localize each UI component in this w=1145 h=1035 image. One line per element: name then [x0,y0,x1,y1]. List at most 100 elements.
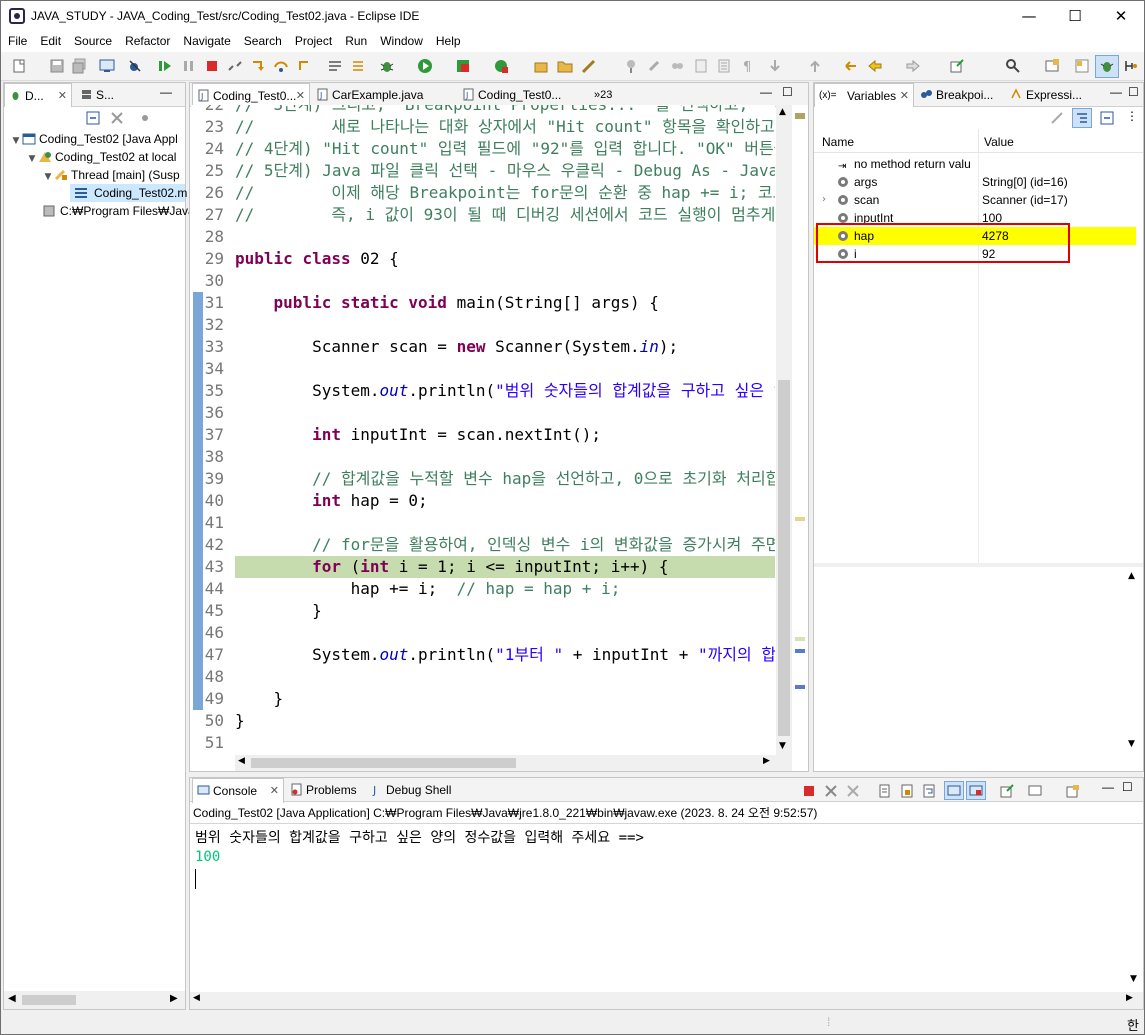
tab-servers[interactable]: S... [76,83,132,107]
code-line[interactable]: // 3단계) 그리고, "Breakpoint Properties..." … [235,105,748,116]
menu-project[interactable]: Project [288,31,338,52]
menu-help[interactable]: Help [429,31,467,52]
code-line[interactable]: // 합계값을 누적할 변수 hap을 선언하고, 0으로 초기화 처리합니 [235,468,775,490]
code-line[interactable]: // 4단계) "Hit count" 입력 필드에 "92"를 입력 합니다.… [235,138,775,160]
menu-file[interactable]: File [1,31,33,52]
debug-perspective-icon[interactable] [1099,58,1115,74]
column-divider[interactable] [978,129,979,153]
editor-hscroll-thumb[interactable] [251,758,516,768]
maximize-console-icon[interactable]: ☐ [1122,780,1133,794]
console-input-line[interactable]: 100 [195,849,220,865]
tab-breakpoints[interactable]: Breakpoi... [916,83,1006,107]
tab-console[interactable]: Console ✕ [192,778,284,803]
scroll-up-icon[interactable]: ▲ [779,107,786,117]
tab-console-close-icon[interactable]: ✕ [270,779,279,803]
terminate-console-icon[interactable] [803,785,815,797]
remove-terminated-icon[interactable] [110,111,124,125]
coverage-icon[interactable] [455,58,471,74]
scroll-left-icon[interactable]: ◀ [193,993,200,1003]
external-tools-icon[interactable] [493,58,509,74]
step-return-icon[interactable] [296,58,312,74]
code-line[interactable]: System.out.println("1부터 " + inputInt + "… [235,644,775,666]
remove-launch-icon[interactable] [824,784,838,798]
detail-pane[interactable]: ▲ ▼ [814,567,1143,771]
overview-mark[interactable] [795,517,805,521]
console-vscrollbar[interactable]: ▼ [1126,824,1143,992]
tree-stack-frame[interactable]: Coding_Test02.m [70,184,187,202]
debug-view-hscrollbar[interactable]: ◀ ▶ [4,991,185,1009]
code-line[interactable]: hap += i; // hap = hap + i; [235,578,621,600]
scroll-right-icon[interactable]: ▶ [763,756,770,766]
disconnect-icon[interactable] [227,58,243,74]
code-line[interactable]: // for문을 활용하여, 인덱싱 변수 i의 변화값을 증가시켜 주면서 [235,534,775,556]
clear-console-icon[interactable] [878,784,892,798]
tab-carexample[interactable]: J CarExample.java [312,83,442,107]
new-icon[interactable] [11,58,27,74]
skip-breakpoints-icon[interactable] [127,58,143,74]
code-line[interactable]: Scanner scan = new Scanner(System.in); [235,336,678,358]
tree-process[interactable]: C:₩Program Files₩Java [42,202,195,220]
tab-debug-shell[interactable]: J Debug Shell [366,778,456,802]
editor-hscrollbar[interactable]: ◀ ▶ [235,755,792,771]
maximize-button[interactable]: ☐ [1052,1,1098,31]
save-icon[interactable] [49,58,65,74]
tab-overflow[interactable]: »23 [576,83,616,107]
use-step-filters-icon[interactable] [327,58,343,74]
suspend-icon[interactable] [181,58,197,74]
menu-search[interactable]: Search [237,31,288,52]
scroll-up-icon[interactable]: ▲ [1128,571,1135,581]
tab-coding-test0-other[interactable]: J Coding_Test0... [458,83,578,107]
minimize-view-icon[interactable]: — [1110,85,1122,99]
new-java-class-icon[interactable] [581,58,597,74]
show-whitespace-icon[interactable]: ¶ [739,58,755,74]
forward-icon[interactable] [905,58,921,74]
tab-debug[interactable]: D... ✕ [4,83,72,108]
menu-run[interactable]: Run [338,31,373,52]
code-line[interactable]: // 새로 나타나는 대화 상자에서 "Hit count" 항목을 확인하고 … [235,116,775,138]
overview-mark[interactable] [795,113,805,119]
debug-icon[interactable] [379,58,395,74]
view-menu-icon[interactable]: ⋮ [1126,109,1138,123]
minimize-view-icon[interactable]: — [160,85,172,99]
tree-launch[interactable]: ▼ Coding_Test02 [Java Appl [10,130,178,148]
save-all-icon[interactable] [71,58,87,74]
minimize-button[interactable]: — [1006,1,1052,31]
scroll-thumb[interactable] [22,995,76,1005]
tree-target[interactable]: ▼ Coding_Test02 at local [26,148,177,166]
open-folder-icon[interactable] [557,58,573,74]
column-value-header[interactable]: Value [984,135,1014,149]
new-java-package-icon[interactable] [533,58,549,74]
toggle-mark-occurrences-icon[interactable] [693,58,709,74]
close-button[interactable]: ✕ [1098,1,1144,31]
search-tools-icon[interactable] [669,58,685,74]
console-hscrollbar[interactable]: ◀ ▶ [190,992,1143,1009]
tab-variables[interactable]: (x)= Variables ✕ [814,83,914,108]
block-selection-icon[interactable] [716,58,732,74]
task-icon[interactable] [646,58,662,74]
tab-variables-close-icon[interactable]: ✕ [900,84,909,108]
overview-mark[interactable] [795,685,805,689]
previous-annotation-icon[interactable] [807,58,823,74]
open-type-icon[interactable] [623,58,639,74]
maximize-editor-icon[interactable]: ☐ [782,85,793,99]
collapse-all-icon[interactable] [1100,111,1114,125]
remove-all-terminated-icon[interactable] [846,784,860,798]
scroll-right-icon[interactable]: ▶ [170,993,178,1004]
ime-indicator[interactable]: 한 [1127,1015,1139,1034]
collapse-all-icon[interactable] [86,111,100,125]
next-annotation-icon[interactable] [767,58,783,74]
variable-row-args[interactable]: args String[0] (id=16) [814,173,1136,191]
column-name-header[interactable]: Name [822,135,854,149]
last-edit-location-icon[interactable] [843,58,859,74]
minimize-editor-icon[interactable]: — [760,85,772,99]
overview-ruler[interactable] [792,105,808,755]
tab-expressions[interactable]: Expressi... [1006,83,1096,107]
maximize-view-icon[interactable]: ☐ [1128,85,1139,99]
scroll-down-icon[interactable]: ▼ [779,741,786,751]
code-line[interactable]: } [235,600,322,622]
editor-scroll-thumb[interactable] [778,380,790,736]
code-line[interactable]: // 5단계) Java 파일 클릭 선택 - 마우스 우클릭 - Debug … [235,160,775,182]
code-line[interactable]: System.out.println("범위 숫자들의 합계값을 구하고 싶은 … [235,380,775,402]
code-line[interactable]: public class 02 { [235,248,399,270]
step-into-icon[interactable] [250,58,266,74]
